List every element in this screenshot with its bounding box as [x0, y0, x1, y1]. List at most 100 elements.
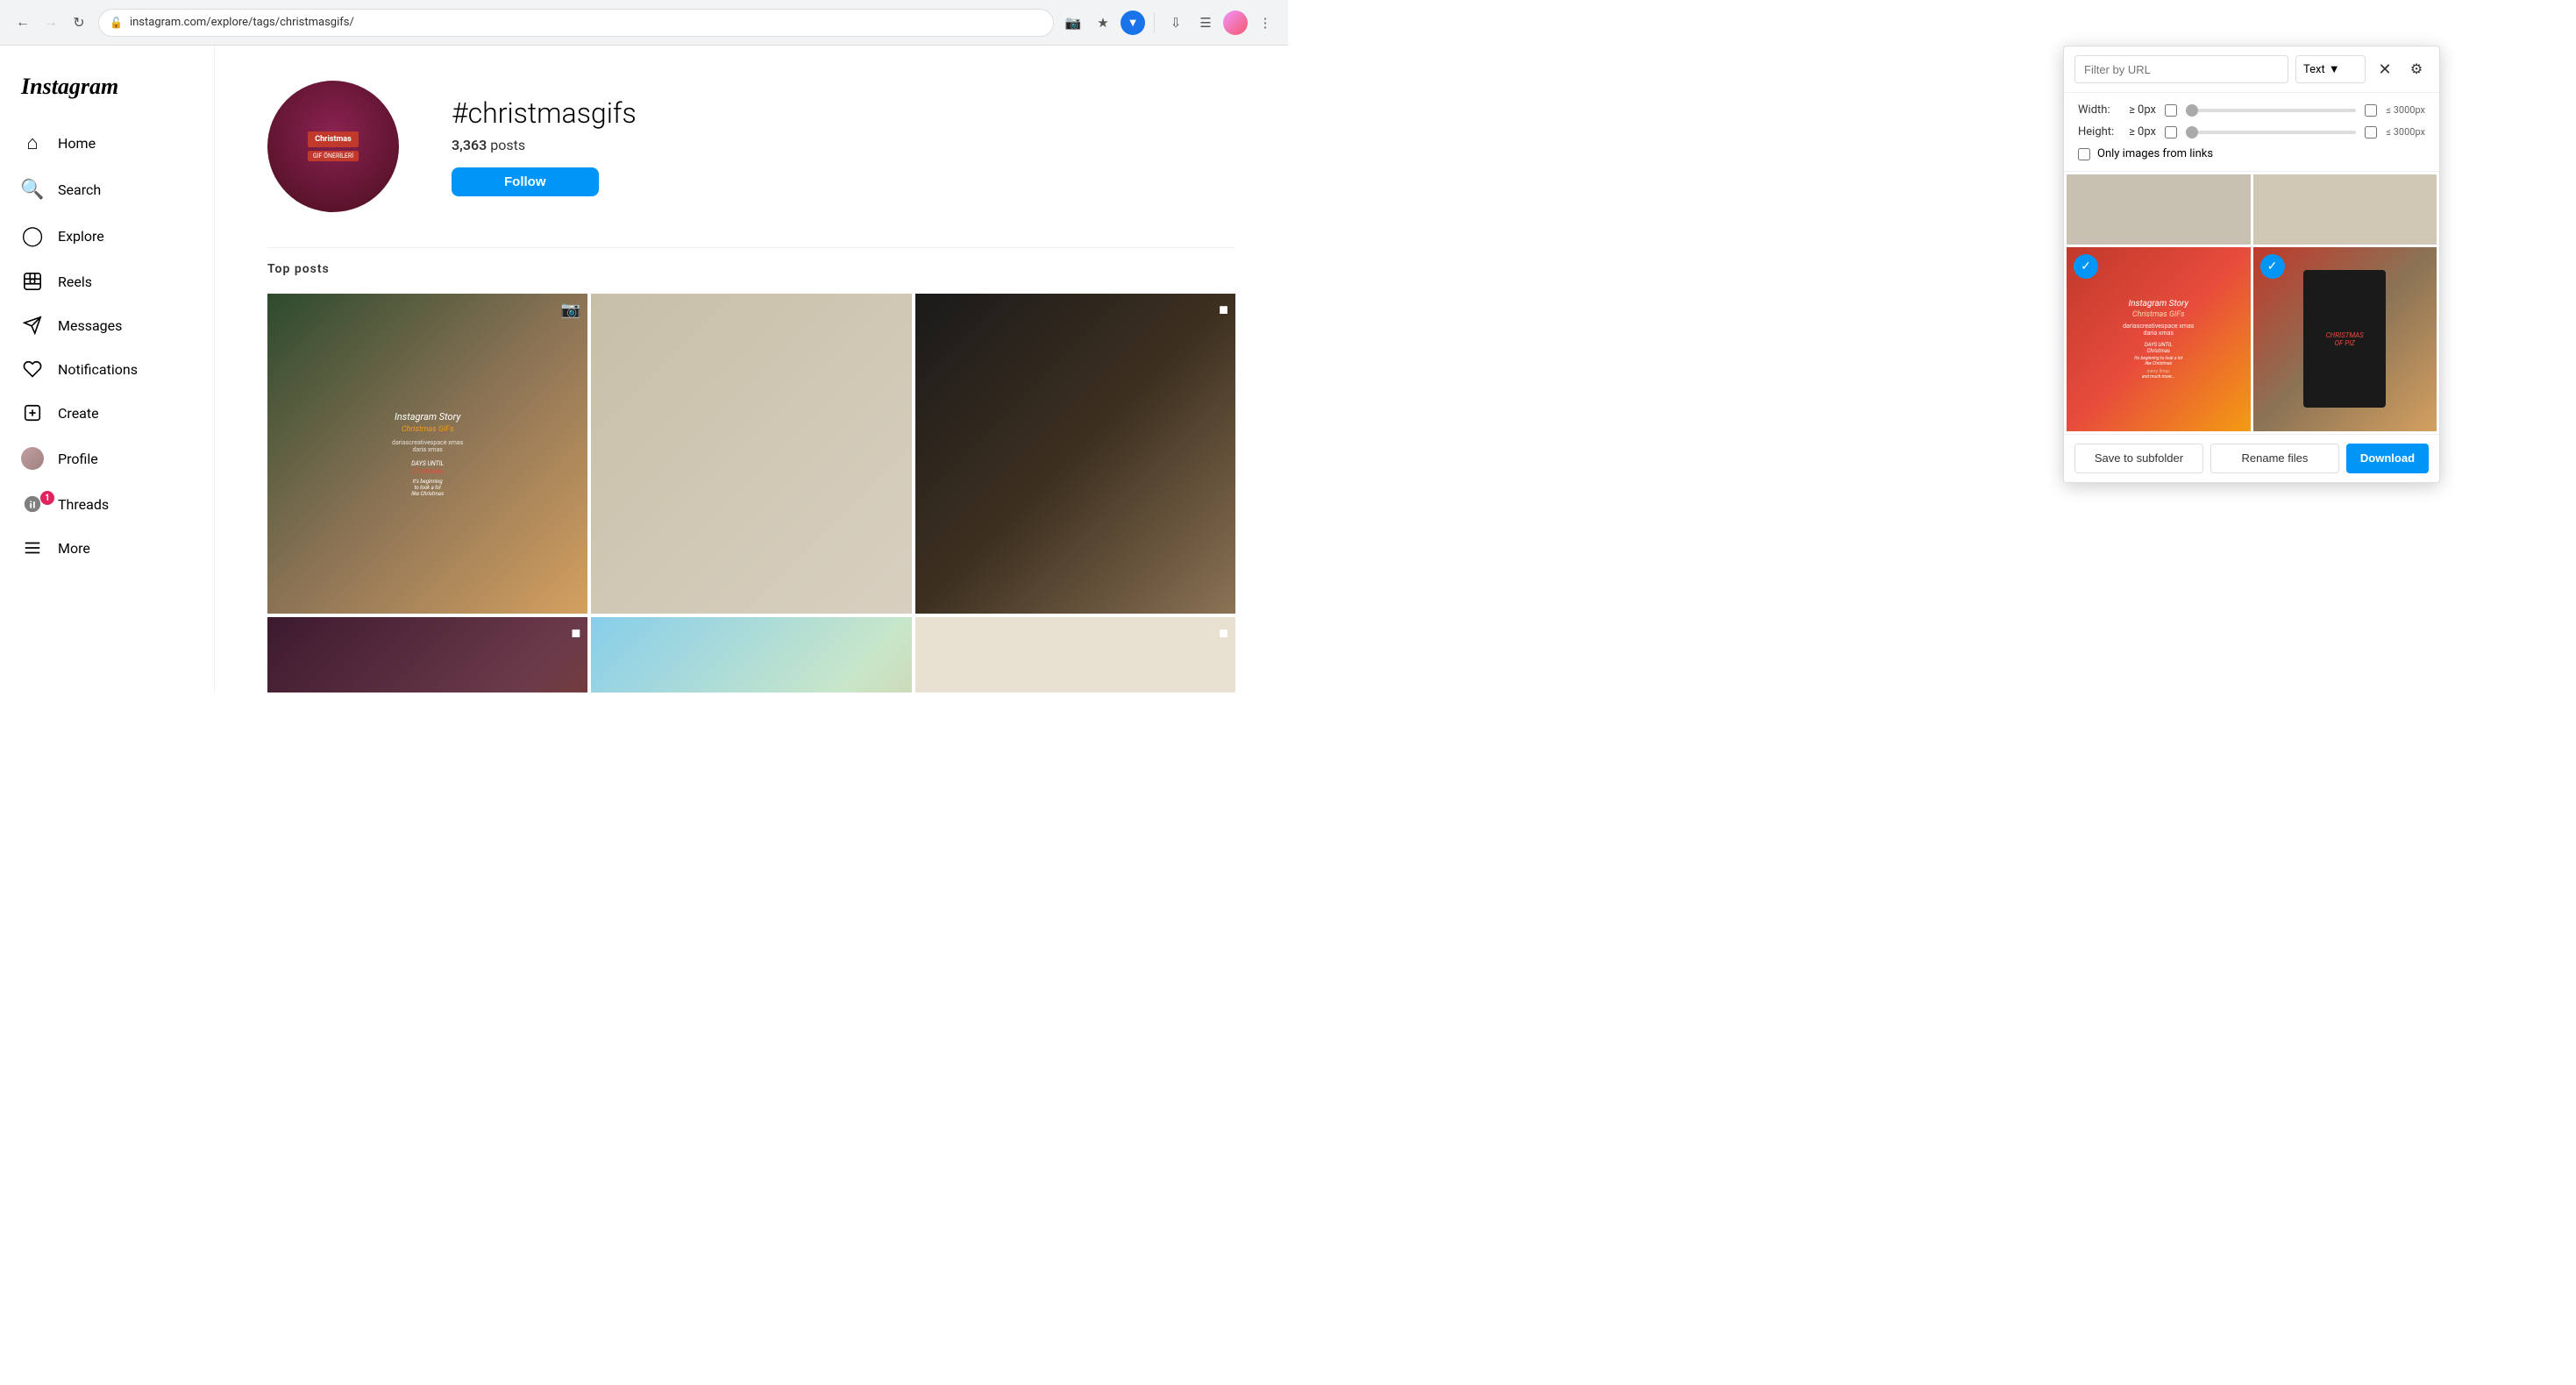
browser-chrome: ← → ↻ 🔓 instagram.com/explore/tags/chris…: [0, 0, 1288, 46]
messages-icon: [21, 316, 44, 335]
width-label: Width:: [2078, 103, 2120, 117]
post-overlay-icon-4: ■: [1219, 624, 1228, 643]
width-filter-row: Width: ≥ 0px ≤ 3000px: [2078, 103, 2425, 117]
width-max-value: ≤ 3000px: [2386, 104, 2425, 116]
back-button[interactable]: ←: [11, 11, 35, 35]
post-item[interactable]: [591, 617, 911, 692]
sidebar-item-reels[interactable]: Reels: [11, 261, 203, 302]
popup-images-grid: Instagram Story Christmas GIFs dariascre…: [2064, 245, 2439, 434]
screen-capture-button[interactable]: 📷: [1061, 11, 1085, 35]
refresh-button[interactable]: ↻: [67, 11, 91, 35]
height-slider[interactable]: [2186, 131, 2356, 134]
image-selected-check-2: ✓: [2260, 254, 2285, 279]
lock-icon: 🔓: [110, 17, 123, 29]
only-images-row: Only images from links: [2078, 147, 2425, 160]
sidebar-button[interactable]: ☰: [1193, 11, 1218, 35]
sidebar-item-home[interactable]: ⌂ Home: [11, 121, 203, 165]
text-dropdown[interactable]: Text ▼: [2295, 55, 2366, 83]
sidebar-label-notifications: Notifications: [58, 361, 138, 378]
height-max-checkbox[interactable]: [2365, 126, 2377, 138]
section-title: Top posts: [267, 247, 1235, 276]
browser-actions: 📷 ★ ▼ ⇩ ☰ ⋮: [1061, 11, 1277, 35]
close-button[interactable]: ✕: [2373, 57, 2397, 82]
height-filter-row: Height: ≥ 0px ≤ 3000px: [2078, 125, 2425, 138]
popup-footer: Save to subfolder Rename files Download: [2064, 434, 2439, 482]
download-button[interactable]: Download: [2346, 444, 2429, 473]
post-item[interactable]: Christmas GIF ÖNERİLERİ ■: [267, 617, 587, 692]
sidebar-item-notifications[interactable]: Notifications: [11, 349, 203, 389]
sidebar-label-messages: Messages: [58, 317, 122, 334]
popup-image-2[interactable]: CHRISTMASOF PIZ ✓: [2253, 247, 2437, 431]
profile-info: #christmasgifs 3,363 posts Follow: [452, 96, 1235, 196]
sidebar-label-create: Create: [58, 405, 99, 422]
height-max-value: ≤ 3000px: [2386, 126, 2425, 138]
instagram-logo[interactable]: Instagram: [11, 63, 203, 117]
popup-filters: Width: ≥ 0px ≤ 3000px Height: ≥ 0px ≤ 30…: [2064, 93, 2439, 172]
follow-button[interactable]: Follow: [452, 167, 599, 196]
posts-grid: Instagram Story Christmas GIFs dariascre…: [267, 294, 1235, 692]
main-layout: Instagram ⌂ Home 🔍 Search ◯ Explore Reel…: [0, 46, 1288, 692]
post-item[interactable]: Instagram Story Christmas GIFs dariascre…: [267, 294, 587, 614]
download-button[interactable]: ⇩: [1163, 11, 1188, 35]
profile-avatar-icon: [21, 447, 44, 470]
text-dropdown-label: Text: [2303, 63, 2325, 76]
sidebar-item-create[interactable]: Create: [11, 393, 203, 433]
nav-buttons: ← → ↻: [11, 11, 91, 35]
sidebar-label-reels: Reels: [58, 273, 92, 290]
post-overlay-icon: 📷: [561, 301, 580, 319]
sidebar-label-search: Search: [58, 181, 101, 198]
rename-files-button[interactable]: Rename files: [2210, 444, 2339, 473]
address-bar[interactable]: 🔓 instagram.com/explore/tags/christmasgi…: [98, 9, 1054, 37]
sidebar-item-messages[interactable]: Messages: [11, 305, 203, 345]
sidebar-label-home: Home: [58, 135, 96, 152]
home-icon: ⌂: [21, 131, 44, 154]
sidebar-item-search[interactable]: 🔍 Search: [11, 168, 203, 211]
sidebar-item-threads[interactable]: Threads 1: [11, 484, 203, 524]
width-min-value: ≥ 0px: [2129, 103, 2156, 117]
settings-button[interactable]: ⚙: [2404, 57, 2429, 82]
reels-icon: [21, 272, 44, 291]
profile-avatar-browser[interactable]: [1223, 11, 1248, 35]
popup-header: Text ▼ ✕ ⚙: [2064, 46, 2439, 93]
more-icon: [21, 538, 44, 558]
post-overlay-icon-3: ■: [571, 624, 580, 643]
only-images-checkbox[interactable]: [2078, 148, 2090, 160]
profile-section: Christmas GIF ÖNERİLERİ #christmasgifs 3…: [267, 81, 1235, 212]
popup-top-image-2[interactable]: [2253, 174, 2437, 245]
width-slider[interactable]: [2186, 109, 2356, 112]
sidebar-label-profile: Profile: [58, 451, 98, 467]
create-icon: [21, 403, 44, 423]
post-item[interactable]: ■: [915, 617, 1235, 692]
save-to-subfolder-button[interactable]: Save to subfolder: [2074, 444, 2203, 473]
extension-icon-blue[interactable]: ▼: [1121, 11, 1145, 35]
sidebar-label-threads: Threads: [58, 496, 109, 513]
sidebar: Instagram ⌂ Home 🔍 Search ◯ Explore Reel…: [0, 46, 215, 692]
only-images-label: Only images from links: [2097, 147, 2213, 160]
sidebar-item-more[interactable]: More: [11, 528, 203, 568]
sidebar-item-explore[interactable]: ◯ Explore: [11, 215, 203, 258]
height-label: Height:: [2078, 125, 2120, 138]
sidebar-label-more: More: [58, 540, 90, 557]
sidebar-item-profile[interactable]: Profile: [11, 437, 203, 480]
explore-icon: ◯: [21, 225, 44, 247]
bookmark-button[interactable]: ★: [1091, 11, 1115, 35]
content-area: Christmas GIF ÖNERİLERİ #christmasgifs 3…: [215, 46, 1288, 692]
image-selected-check-1: ✓: [2074, 254, 2098, 279]
popup-top-image-1[interactable]: [2067, 174, 2251, 245]
hashtag-profile-pic: Christmas GIF ÖNERİLERİ: [267, 81, 399, 212]
post-item[interactable]: [591, 294, 911, 614]
post-item[interactable]: ■: [915, 294, 1235, 614]
height-min-value: ≥ 0px: [2129, 125, 2156, 138]
chevron-down-icon: ▼: [2329, 62, 2340, 76]
search-icon: 🔍: [21, 179, 44, 201]
menu-button[interactable]: ⋮: [1253, 11, 1277, 35]
hashtag-title: #christmasgifs: [452, 96, 1235, 130]
notifications-icon: [21, 359, 44, 379]
width-min-checkbox[interactable]: [2165, 104, 2177, 117]
height-min-checkbox[interactable]: [2165, 126, 2177, 138]
popup-image-1[interactable]: Instagram Story Christmas GIFs dariascre…: [2067, 247, 2251, 431]
width-max-checkbox[interactable]: [2365, 104, 2377, 117]
filter-url-input[interactable]: [2074, 55, 2288, 83]
forward-button[interactable]: →: [39, 11, 63, 35]
post-overlay-icon-2: ■: [1219, 301, 1228, 319]
